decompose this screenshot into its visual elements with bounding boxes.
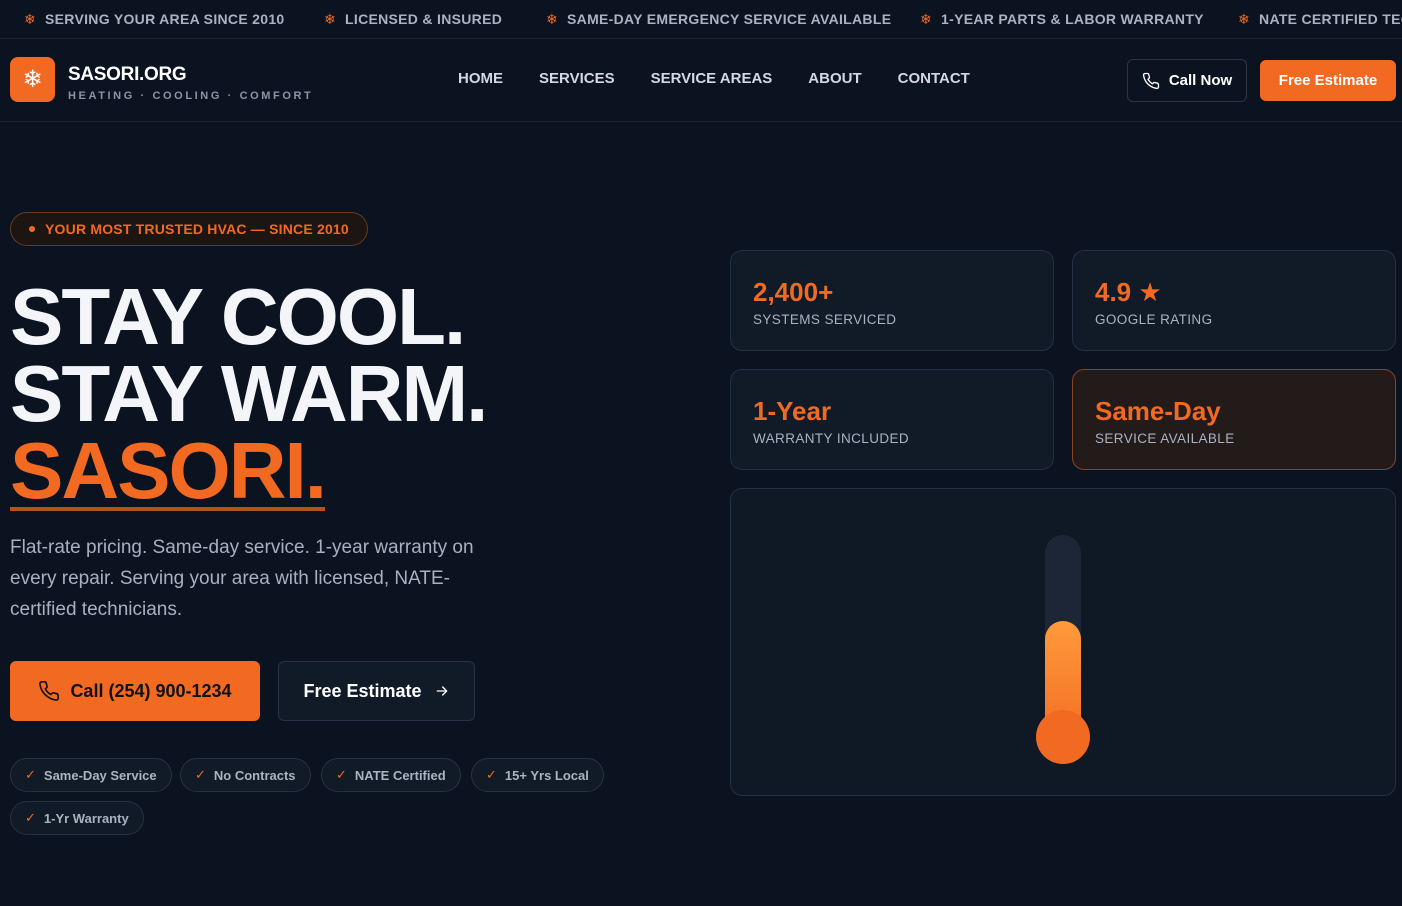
thermometer-icon <box>1036 535 1090 764</box>
dot-icon <box>29 226 35 232</box>
headline-line-1: STAY COOL. <box>10 272 466 361</box>
stat-label: SYSTEMS SERVICED <box>753 312 897 327</box>
snowflake-icon: ❄ <box>22 66 43 93</box>
trust-badge-label: YOUR MOST TRUSTED HVAC — SINCE 2010 <box>45 221 349 237</box>
check-icon: ✓ <box>195 767 206 782</box>
snowflake-icon: ❄ <box>24 10 37 27</box>
thermometer-bulb <box>1036 710 1090 764</box>
ticker-item: ❄ 1-YEAR PARTS & LABOR WARRANTY <box>920 10 1204 28</box>
trust-badge: YOUR MOST TRUSTED HVAC — SINCE 2010 <box>10 212 368 246</box>
snowflake-icon: ❄ <box>1238 10 1251 27</box>
arrow-right-icon <box>436 686 447 696</box>
stat-card: 4.9 ★ GOOGLE RATING <box>1072 250 1396 351</box>
stat-card: 1-Year WARRANTY INCLUDED <box>730 369 1054 470</box>
stat-label: SERVICE AVAILABLE <box>1095 431 1235 446</box>
phone-icon <box>39 681 60 701</box>
ticker-item: ❄ SAME-DAY EMERGENCY SERVICE AVAILABLE <box>546 10 892 28</box>
snowflake-icon: ❄ <box>920 10 933 27</box>
stat-card: 2,400+ SYSTEMS SERVICED <box>730 250 1054 351</box>
stat-value: 1-Year <box>753 396 832 426</box>
stat-value: Same-Day <box>1095 396 1221 426</box>
free-estimate-label: Free Estimate <box>303 680 422 701</box>
nav-link-service-areas[interactable]: SERVICE AREAS <box>651 70 773 87</box>
logo[interactable]: ❄ <box>10 57 55 102</box>
phone-icon <box>1142 72 1160 89</box>
nav-link-contact[interactable]: CONTACT <box>898 70 970 87</box>
headline-line-2: STAY WARM. <box>10 349 488 438</box>
nav-link-about[interactable]: ABOUT <box>808 70 861 87</box>
ticker-item: ❄NATE CERTIFIED TECHNICIANS <box>1238 10 1402 28</box>
stat-card-highlight: Same-Day SERVICE AVAILABLE <box>1072 369 1396 470</box>
ticker-item: ❄ SERVING YOUR AREA SINCE 2010 <box>24 10 285 28</box>
stat-label: GOOGLE RATING <box>1095 312 1213 327</box>
thermometer-card <box>730 488 1396 796</box>
feature-chip: ✓ 1-Yr Warranty <box>10 801 144 835</box>
stat-value: 2,400+ <box>753 277 834 307</box>
nav-link-services[interactable]: SERVICES <box>539 70 615 87</box>
feature-chip: ✓ Same-Day Service <box>10 758 172 792</box>
check-icon: ✓ <box>486 767 497 782</box>
ticker-item: ❄ LICENSED & INSURED <box>324 10 503 28</box>
feature-chip: ✓ No Contracts <box>180 758 311 792</box>
call-phone-button[interactable]: Call (254) 900-1234 <box>10 661 260 721</box>
brand-name[interactable]: SASORI.ORG <box>68 64 187 86</box>
snowflake-icon: ❄ <box>324 10 337 27</box>
hero-headline: STAY COOL. STAY WARM. SASORI. <box>10 272 488 515</box>
feature-chip: ✓ 15+ Yrs Local <box>471 758 604 792</box>
nav-link-home[interactable]: HOME <box>458 70 503 87</box>
feature-chip: ✓ NATE Certified <box>321 758 461 792</box>
stat-label: WARRANTY INCLUDED <box>753 431 910 446</box>
announcement-ticker: ❄ SERVING YOUR AREA SINCE 2010 ❄ LICENSED … <box>0 0 1402 39</box>
call-now-button[interactable]: Call Now <box>1127 59 1247 102</box>
stat-value: 4.9 ★ <box>1095 277 1162 307</box>
headline-brand: SASORI. <box>10 426 327 515</box>
free-estimate-button[interactable]: Free Estimate <box>278 661 475 721</box>
check-icon: ✓ <box>25 767 36 782</box>
free-estimate-nav-button[interactable]: Free Estimate <box>1260 60 1396 101</box>
main-navbar: ❄ SASORI.ORG HEATING · COOLING · COMFORT… <box>0 39 1402 122</box>
call-now-label: Call Now <box>1168 72 1233 89</box>
brand-tagline: HEATING · COOLING · COMFORT <box>68 90 314 102</box>
call-phone-label: Call (254) 900-1234 <box>70 680 232 701</box>
hero-subtext: Flat-rate pricing. Same-day service. 1-y… <box>10 537 474 620</box>
check-icon: ✓ <box>336 767 347 782</box>
snowflake-icon: ❄ <box>546 10 559 27</box>
nav-links: HOME SERVICES SERVICE AREAS ABOUT CONTAC… <box>458 70 970 87</box>
check-icon: ✓ <box>25 810 36 825</box>
